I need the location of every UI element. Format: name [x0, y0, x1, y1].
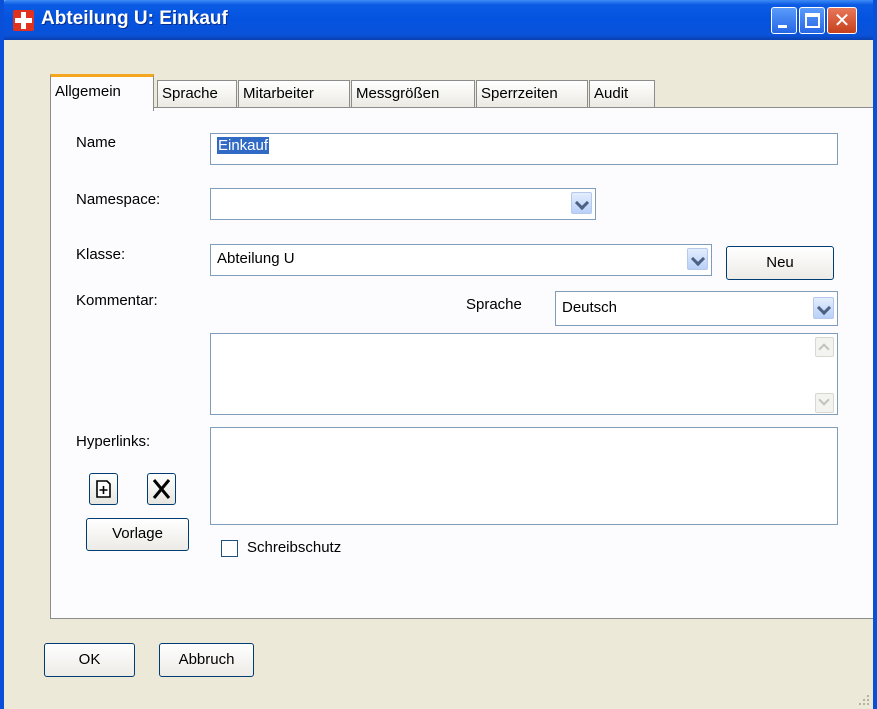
- tab-messgroessen[interactable]: Messgrößen: [351, 80, 475, 109]
- resize-grip-icon[interactable]: [858, 694, 870, 706]
- kommentar-label: Kommentar:: [76, 292, 158, 309]
- namespace-select[interactable]: [210, 188, 596, 220]
- sprache-label: Sprache: [466, 296, 522, 313]
- scroll-down-icon[interactable]: [815, 393, 834, 413]
- kommentar-scrollbar[interactable]: [814, 335, 836, 414]
- scroll-up-icon[interactable]: [815, 337, 834, 357]
- red-cross-icon[interactable]: [13, 10, 34, 31]
- kommentar-textarea[interactable]: [210, 333, 838, 415]
- hyperlinks-label: Hyperlinks:: [76, 433, 151, 450]
- hyperlinks-list[interactable]: [210, 427, 838, 525]
- tab-panel-allgemein: Name Einkauf Namespace: Klasse: Abteilun…: [50, 107, 873, 619]
- chevron-down-icon[interactable]: [813, 297, 834, 319]
- tab-sperrzeiten[interactable]: Sperrzeiten: [476, 80, 588, 109]
- sprache-select[interactable]: Deutsch: [555, 291, 838, 326]
- klasse-value: Abteilung U: [217, 250, 295, 267]
- schreibschutz-checkbox[interactable]: [221, 540, 238, 557]
- tab-audit[interactable]: Audit: [589, 80, 655, 109]
- delete-x-icon: [152, 479, 171, 499]
- namespace-label: Namespace:: [76, 191, 161, 208]
- name-label: Name: [76, 134, 117, 151]
- close-button[interactable]: ✕: [827, 7, 857, 34]
- minimize-icon: [778, 25, 787, 28]
- add-link-button[interactable]: [89, 473, 118, 505]
- klasse-label: Klasse:: [76, 246, 126, 263]
- tab-sprache[interactable]: Sprache: [157, 80, 237, 109]
- name-value: Einkauf: [217, 137, 270, 154]
- dialog-window: Abteilung U: Einkauf ✕ Allgemein Sprache…: [0, 0, 877, 709]
- title-bar[interactable]: Abteilung U: Einkauf ✕: [4, 0, 873, 40]
- delete-link-button[interactable]: [147, 473, 176, 505]
- sprache-value: Deutsch: [562, 299, 618, 316]
- add-document-icon: [96, 480, 111, 498]
- chevron-down-icon[interactable]: [687, 248, 708, 270]
- name-field[interactable]: Einkauf: [210, 133, 838, 165]
- abbruch-button[interactable]: Abbruch: [159, 643, 254, 677]
- maximize-button[interactable]: [799, 7, 825, 34]
- tab-mitarbeiter[interactable]: Mitarbeiter: [238, 80, 350, 109]
- chevron-down-icon[interactable]: [571, 192, 592, 214]
- vorlage-button[interactable]: Vorlage: [86, 518, 189, 551]
- maximize-icon: [805, 13, 820, 28]
- window-title: Abteilung U: Einkauf: [41, 8, 228, 29]
- klasse-select[interactable]: Abteilung U: [210, 244, 712, 276]
- neu-button[interactable]: Neu: [726, 246, 834, 280]
- close-icon: ✕: [833, 8, 851, 32]
- schreibschutz-label: Schreibschutz: [247, 539, 342, 556]
- ok-button[interactable]: OK: [44, 643, 135, 677]
- minimize-button[interactable]: [771, 7, 797, 34]
- tab-allgemein[interactable]: Allgemein: [50, 74, 154, 111]
